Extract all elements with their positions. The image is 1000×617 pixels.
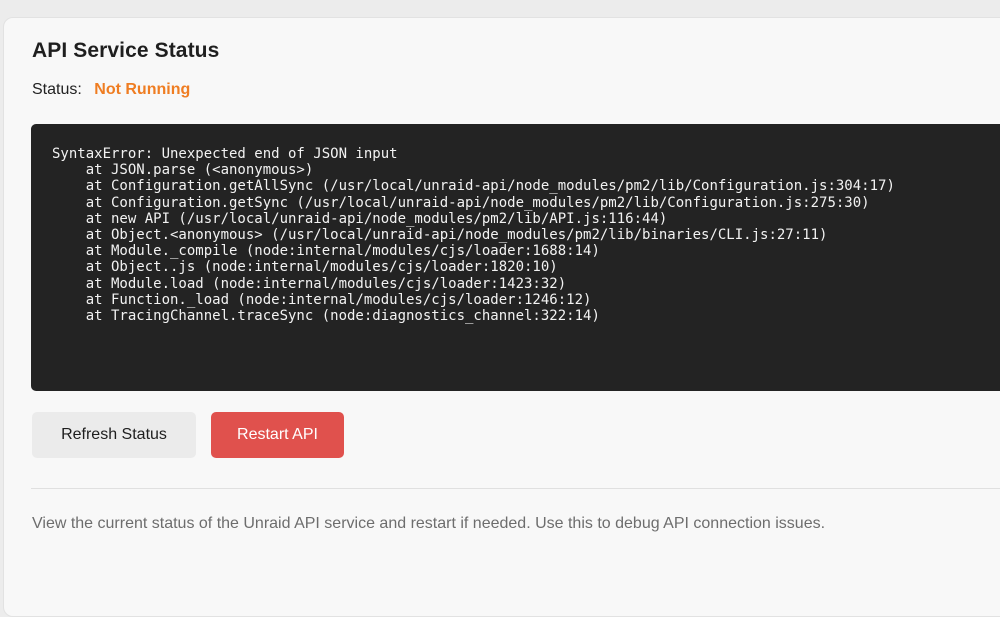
restart-api-button[interactable]: Restart API xyxy=(211,412,344,458)
help-description: View the current status of the Unraid AP… xyxy=(32,515,826,532)
log-line: at JSON.parse (<anonymous>) xyxy=(52,162,314,179)
log-line: at Object..js (node:internal/modules/cjs… xyxy=(52,259,558,276)
log-line: at Configuration.getSync (/usr/local/unr… xyxy=(52,194,870,211)
log-line: at Module.load (node:internal/modules/cj… xyxy=(52,275,567,292)
error-log: SyntaxError: Unexpected end of JSON inpu… xyxy=(31,124,1000,391)
status-value: Not Running xyxy=(94,81,191,98)
log-line: at Configuration.getAllSync (/usr/local/… xyxy=(52,178,895,195)
log-line: at Object.<anonymous> (/usr/local/unraid… xyxy=(52,227,828,244)
log-line: at Module._compile (node:internal/module… xyxy=(52,243,600,260)
log-line: SyntaxError: Unexpected end of JSON inpu… xyxy=(52,146,398,162)
status-row: Status: Not Running xyxy=(32,81,190,99)
status-label: Status: xyxy=(32,81,82,98)
log-line: at Function._load (node:internal/modules… xyxy=(52,291,592,308)
log-line: at TracingChannel.traceSync (node:diagno… xyxy=(52,308,600,325)
log-line: at new API (/usr/local/unraid-api/node_m… xyxy=(52,210,668,227)
page-title: API Service Status xyxy=(32,39,220,62)
refresh-status-button[interactable]: Refresh Status xyxy=(32,412,196,458)
divider xyxy=(31,488,1000,489)
